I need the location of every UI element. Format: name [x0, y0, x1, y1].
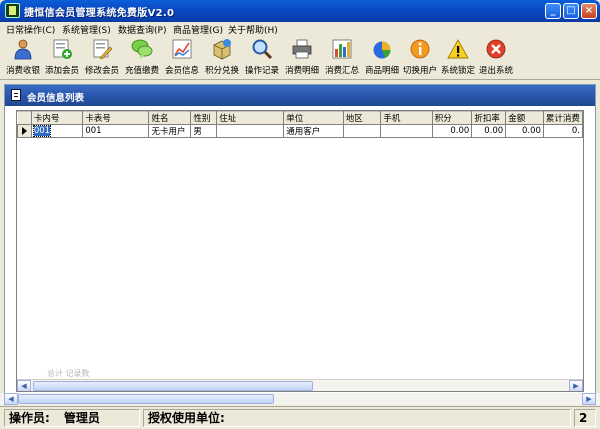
table-header-row: 卡内号 卡表号 姓名 性别 住址 单位 地区 手机 积分 折扣率 金额 累计消费: [17, 111, 583, 125]
panel-header: 会员信息列表: [5, 85, 595, 106]
table-cell[interactable]: [216, 124, 285, 138]
chat-recharge-icon: [131, 39, 153, 59]
scroll-right-button[interactable]: ▶: [569, 380, 583, 391]
close-circle-icon: [486, 39, 506, 59]
window-horizontal-scrollbar[interactable]: ◀ ▶: [0, 393, 600, 405]
title-bar[interactable]: 捷恒信会员管理系统免费版V2.0 _ □ ×: [0, 0, 600, 22]
table-cell[interactable]: 通用客户: [283, 124, 344, 138]
tool-label: 退出系统: [478, 66, 513, 76]
table-cell[interactable]: 001: [30, 124, 84, 138]
column-header[interactable]: 手机: [380, 111, 433, 125]
table-cell[interactable]: 001: [82, 124, 150, 138]
pie-chart-icon: [373, 41, 391, 59]
row-indicator[interactable]: [17, 124, 32, 138]
tool-add-member[interactable]: 添加会员: [42, 38, 82, 78]
column-header[interactable]: 卡表号: [82, 111, 150, 125]
box-exchange-icon: [213, 39, 231, 60]
scroll-thumb[interactable]: [33, 381, 313, 391]
close-button[interactable]: ×: [581, 3, 597, 19]
table-row[interactable]: 001 001 无卡用户 男 通用客户 0.00 0.00 0.00 0.: [17, 124, 583, 138]
license-label: 授权使用单位:: [148, 411, 225, 425]
magnifier-icon: [252, 39, 273, 60]
panel-title: 会员信息列表: [27, 93, 85, 104]
menu-system-admin[interactable]: 系统管理(S): [62, 23, 111, 36]
table-cell[interactable]: 0.: [542, 124, 583, 138]
minimize-button[interactable]: _: [545, 3, 561, 19]
menu-bar: 日常操作(C) 系统管理(S) 数据查询(P) 商品管理(G) 关于帮助(H): [0, 22, 600, 36]
member-list-panel: 会员信息列表 卡内号 卡表号 姓名 性别 住址 单位 地区 手机 积分 折扣率 …: [4, 84, 596, 403]
tool-exit-system[interactable]: 退出系统: [476, 38, 516, 78]
menu-help[interactable]: 关于帮助(H): [228, 23, 278, 36]
scroll-thumb[interactable]: [18, 394, 274, 404]
person-icon: [14, 39, 32, 60]
app-icon: [5, 3, 20, 18]
maximize-button[interactable]: □: [563, 3, 579, 19]
tool-operation-log[interactable]: 操作记录: [242, 38, 282, 78]
tool-consumption-detail[interactable]: 消费明细: [282, 38, 322, 78]
printer-icon: [292, 39, 312, 59]
column-header[interactable]: 卡内号: [30, 111, 84, 125]
tool-member-info[interactable]: 会员信息: [162, 38, 202, 78]
window-title: 捷恒信会员管理系统免费版V2.0: [24, 8, 175, 19]
column-header[interactable]: 单位: [283, 111, 344, 125]
edit-member-icon: [93, 39, 113, 60]
table-cell[interactable]: 男: [190, 124, 218, 138]
scroll-left-button[interactable]: ◀: [17, 380, 31, 391]
scroll-right-button[interactable]: ▶: [582, 393, 596, 405]
footer-ghost-text: 总计 记录数: [47, 369, 90, 378]
current-row-arrow-icon: [21, 126, 27, 135]
scroll-left-button[interactable]: ◀: [4, 393, 18, 405]
table-cell[interactable]: [342, 124, 382, 138]
list-icon: [11, 89, 21, 101]
member-table: 卡内号 卡表号 姓名 性别 住址 单位 地区 手机 积分 折扣率 金额 累计消费: [17, 111, 583, 138]
table-cell[interactable]: 0.00: [431, 124, 473, 138]
column-header[interactable]: 金额: [505, 111, 544, 125]
table-cell[interactable]: 0.00: [471, 124, 507, 138]
bar-chart-icon: [332, 39, 352, 59]
tool-edit-member[interactable]: 修改会员: [82, 38, 122, 78]
column-header[interactable]: 地区: [342, 111, 382, 125]
tool-points-exchange[interactable]: 积分兑换: [202, 38, 242, 78]
member-grid[interactable]: 卡内号 卡表号 姓名 性别 住址 单位 地区 手机 积分 折扣率 金额 累计消费: [16, 110, 584, 392]
toolbar: 消费收银 添加会员 修改会员 充值缴费 会员信息 积分兑换 操作记录 消费明细 …: [0, 36, 600, 80]
add-member-icon: [53, 39, 72, 59]
warning-icon: [447, 39, 469, 59]
operator-label: 操作员:: [9, 411, 50, 425]
status-bar: 操作员: 管理员 授权使用单位: 2: [0, 406, 600, 429]
column-header[interactable]: 积分: [431, 111, 473, 125]
info-icon: [410, 39, 430, 59]
column-header[interactable]: 姓名: [148, 111, 192, 125]
tool-recharge[interactable]: 充值缴费: [122, 38, 162, 78]
status-tail: 2: [574, 409, 596, 427]
tool-consumption-summary[interactable]: 消费汇总: [322, 38, 362, 78]
row-indicator-header: [17, 111, 32, 125]
table-cell[interactable]: 无卡用户: [148, 124, 192, 138]
menu-daily-ops[interactable]: 日常操作(C): [6, 23, 55, 36]
menu-goods-admin[interactable]: 商品管理(G): [173, 23, 223, 36]
column-header[interactable]: 累计消费: [542, 111, 583, 125]
column-header[interactable]: 折扣率: [471, 111, 507, 125]
menu-data-query[interactable]: 数据查询(P): [118, 23, 166, 36]
operator-value: 管理员: [63, 411, 100, 425]
table-cell[interactable]: [380, 124, 433, 138]
grid-horizontal-scrollbar[interactable]: ◀ ▶: [17, 379, 583, 391]
license-status: 授权使用单位:: [143, 409, 571, 427]
operator-status: 操作员: 管理员: [4, 409, 140, 427]
column-header[interactable]: 性别: [190, 111, 218, 125]
table-cell[interactable]: 0.00: [505, 124, 544, 138]
chart-info-icon: [172, 39, 192, 59]
column-header[interactable]: 住址: [216, 111, 285, 125]
